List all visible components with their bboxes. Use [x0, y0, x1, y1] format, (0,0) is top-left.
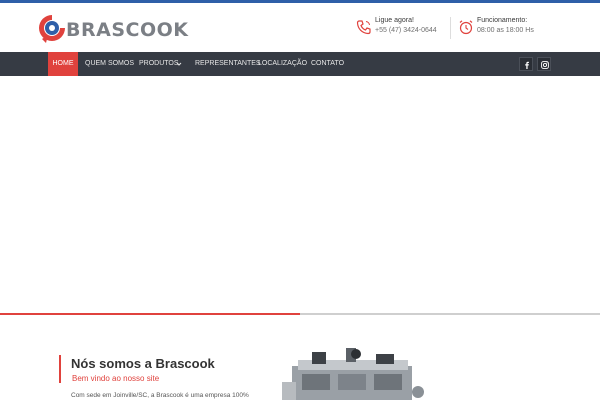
nav-item-localizacao[interactable]: LOCALIZAÇÃO [258, 52, 307, 76]
nav-item-quem-somos[interactable]: QUEM SOMOS [85, 52, 134, 76]
header-divider [450, 17, 451, 39]
logo-emblem-icon [39, 15, 65, 43]
brascook-logo[interactable]: BRASCOOK [38, 13, 188, 45]
main-navbar: HOME QUEM SOMOS PRODUTOS REPRESENTANTES … [0, 52, 600, 76]
hours-value: 08:00 as 18:00 Hs [477, 27, 534, 34]
instagram-button[interactable] [537, 57, 551, 71]
kitchen-equipment-image [282, 348, 424, 400]
nav-item-representantes[interactable]: REPRESENTANTES [195, 52, 261, 76]
about-section: Nós somos a Brascook Bem vindo ao nosso … [59, 355, 259, 400]
about-title: Nós somos a Brascook [71, 356, 215, 371]
hours-label: Funcionamento: [477, 17, 528, 24]
facebook-icon [525, 61, 529, 69]
phone-label: Ligue agora! [375, 17, 414, 24]
about-accent-rule [59, 355, 61, 383]
slider-progress-bar [0, 313, 300, 315]
about-subtitle: Bem vindo ao nosso site [72, 374, 160, 383]
logo-wordmark: BRASCOOK [66, 19, 189, 41]
slider-progress-track [0, 313, 600, 315]
site-header: BRASCOOK Ligue agora! +55 (47) 3424-0644… [0, 3, 600, 52]
phone-icon [356, 20, 371, 35]
hero-slider[interactable] [0, 76, 600, 313]
facebook-button[interactable] [519, 57, 533, 71]
instagram-icon [541, 61, 549, 69]
nav-item-home[interactable]: HOME [48, 52, 78, 76]
nav-item-contato[interactable]: CONTATO [311, 52, 344, 76]
about-text: Com sede em Joinville/SC, a Brascook é u… [71, 392, 249, 399]
phone-number[interactable]: +55 (47) 3424-0644 [375, 27, 437, 34]
nav-item-produtos[interactable]: PRODUTOS [139, 52, 179, 76]
chevron-down-icon[interactable] [176, 61, 182, 67]
alarm-clock-icon [459, 20, 473, 35]
